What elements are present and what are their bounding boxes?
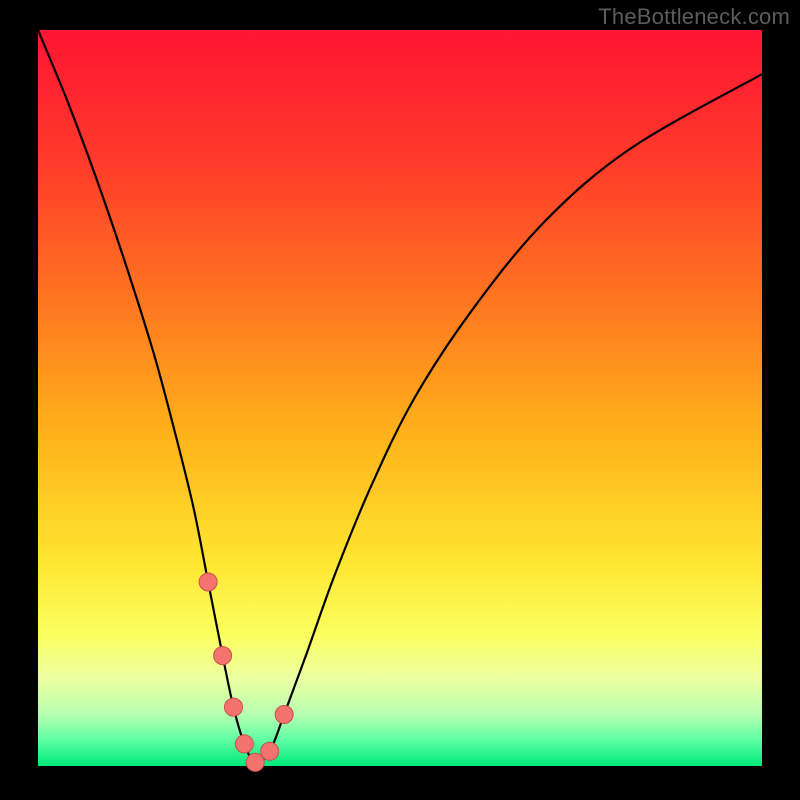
marker-dot	[235, 735, 253, 753]
gradient-background	[38, 30, 762, 766]
chart-frame: TheBottleneck.com	[0, 0, 800, 800]
marker-dot	[224, 698, 242, 716]
watermark-text: TheBottleneck.com	[598, 4, 790, 30]
marker-dot	[214, 647, 232, 665]
marker-dot	[261, 742, 279, 760]
marker-dot	[199, 573, 217, 591]
chart-svg	[0, 0, 800, 800]
marker-dot	[275, 705, 293, 723]
